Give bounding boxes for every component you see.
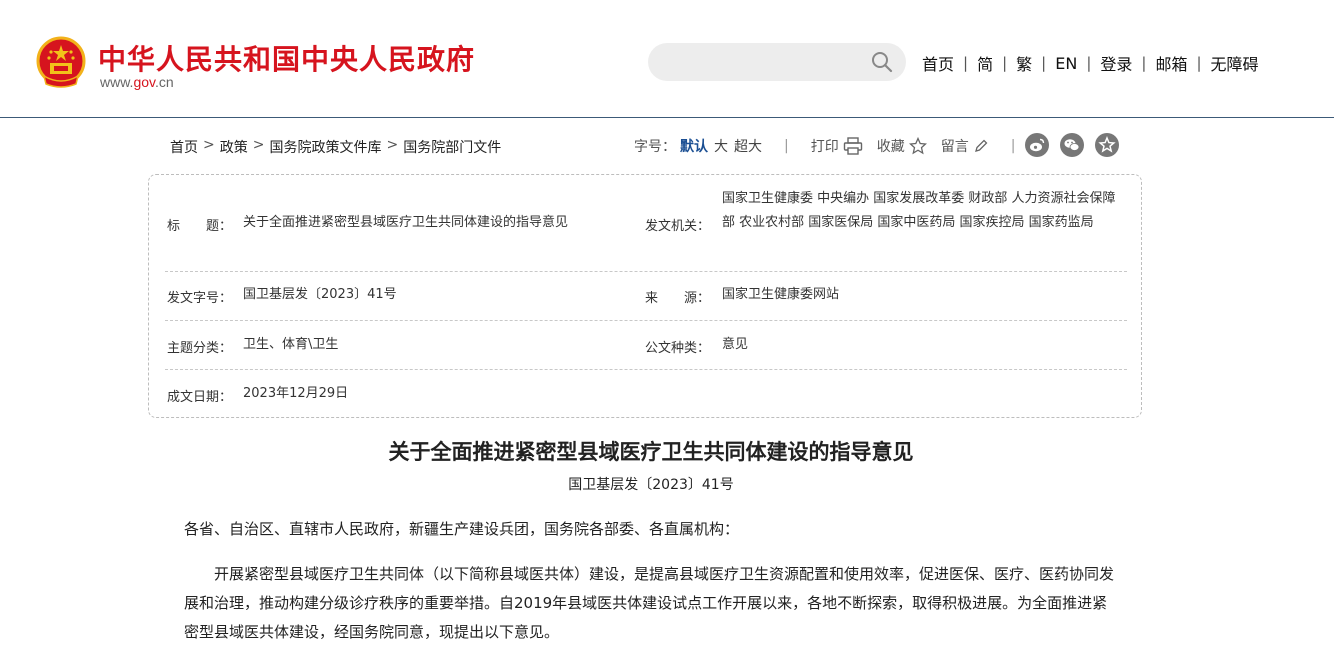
article-paragraph: 开展紧密型县域医疗卫生共同体（以下简称县域医共体）建设，是提高县域医疗卫生资源配… xyxy=(184,565,1115,641)
topic-value: 卫生、体育\卫生 xyxy=(243,337,339,352)
site-url-accent: gov xyxy=(133,74,155,90)
source-label: 来 源： xyxy=(645,291,711,306)
font-large-button[interactable]: 大 xyxy=(714,136,728,156)
print-button[interactable]: 打印 xyxy=(811,136,839,156)
tools-divider: | xyxy=(1010,138,1016,154)
nav-home[interactable]: 首页 xyxy=(922,51,954,75)
favorite-button[interactable]: 收藏 xyxy=(877,136,905,156)
star-share-button[interactable] xyxy=(1095,133,1119,157)
issuer-label: 发文机关： xyxy=(645,219,711,234)
site-url[interactable]: www.gov.cn xyxy=(100,74,174,90)
star-outline-icon[interactable] xyxy=(908,137,927,155)
weibo-icon xyxy=(1030,138,1045,152)
breadcrumb: 首页 > 政策 > 国务院政策文件库 > 国务院部门文件 xyxy=(170,137,501,157)
search-input[interactable] xyxy=(666,51,866,73)
nav-english[interactable]: EN xyxy=(1055,54,1077,73)
breadcrumb-home[interactable]: 首页 xyxy=(170,137,198,157)
topic-label: 主题分类： xyxy=(167,341,233,356)
article-tools: 字号： 默认 大 超大 | 打印 收藏 留言 | xyxy=(634,135,1037,157)
info-row: 成文日期： 2023年12月29日 xyxy=(165,370,1127,417)
font-xlarge-button[interactable]: 超大 xyxy=(734,136,762,156)
nav-separator: | xyxy=(1141,54,1147,72)
docno-label: 发文字号： xyxy=(167,291,233,306)
document-info-box: 标 题： 关于全面推进紧密型县域医疗卫生共同体建设的指导意见 发文机关： 国家卫… xyxy=(148,174,1142,418)
printer-icon[interactable] xyxy=(843,137,863,155)
national-emblem-icon[interactable] xyxy=(36,36,86,90)
type-label: 公文种类： xyxy=(645,341,711,356)
pencil-icon[interactable] xyxy=(973,138,989,154)
source-value: 国家卫生健康委网站 xyxy=(722,287,840,302)
breadcrumb-separator: > xyxy=(386,137,399,153)
nav-mail[interactable]: 邮箱 xyxy=(1155,51,1187,75)
site-url-suffix: .cn xyxy=(155,74,174,90)
nav-traditional[interactable]: 繁 xyxy=(1016,51,1032,75)
title-value: 关于全面推进紧密型县域医疗卫生共同体建设的指导意见 xyxy=(243,215,569,230)
issuer-value: 国家卫生健康委 中央编办 国家发展改革委 财政部 人力资源社会保障部 农业农村部… xyxy=(722,191,1116,230)
nav-separator: | xyxy=(963,54,969,72)
breadcrumb-separator: > xyxy=(252,137,265,153)
title-label: 标 题： xyxy=(167,219,233,234)
article-doc-number: 国卫基层发〔2023〕41号 xyxy=(568,477,734,493)
wechat-share-button[interactable] xyxy=(1060,133,1084,157)
tools-divider: | xyxy=(784,138,789,154)
comment-button[interactable]: 留言 xyxy=(941,136,969,156)
search-box xyxy=(648,43,906,81)
docno-value: 国卫基层发〔2023〕41号 xyxy=(243,287,397,302)
star-icon xyxy=(1098,136,1116,153)
date-label: 成文日期： xyxy=(167,390,233,405)
info-row: 主题分类： 卫生、体育\卫生 公文种类： 意见 xyxy=(165,321,1127,370)
nav-login[interactable]: 登录 xyxy=(1100,51,1132,75)
nav-separator: | xyxy=(1041,54,1047,72)
font-size-label: 字号： xyxy=(634,139,676,155)
font-default-button[interactable]: 默认 xyxy=(680,136,708,156)
site-url-prefix: www. xyxy=(100,74,134,90)
breadcrumb-dept-docs[interactable]: 国务院部门文件 xyxy=(403,137,501,157)
date-value: 2023年12月29日 xyxy=(243,386,349,401)
info-row: 标 题： 关于全面推进紧密型县域医疗卫生共同体建设的指导意见 发文机关： 国家卫… xyxy=(165,175,1127,272)
breadcrumb-policy[interactable]: 政策 xyxy=(220,137,248,157)
info-row: 发文字号： 国卫基层发〔2023〕41号 来 源： 国家卫生健康委网站 xyxy=(165,272,1127,321)
type-value: 意见 xyxy=(722,337,749,352)
top-nav: 首页 | 简 | 繁 | EN | 登录 | 邮箱 | 无障碍 xyxy=(922,51,1259,75)
nav-simplified[interactable]: 简 xyxy=(977,51,993,75)
site-header: 中华人民共和国中央人民政府 www.gov.cn 首页 | 简 | 繁 | EN | 登… xyxy=(0,0,1334,118)
nav-accessibility[interactable]: 无障碍 xyxy=(1211,51,1259,75)
search-icon[interactable] xyxy=(870,50,894,74)
nav-separator: | xyxy=(1196,54,1202,72)
nav-separator: | xyxy=(1086,54,1092,72)
wechat-icon xyxy=(1064,139,1080,151)
site-title[interactable]: 中华人民共和国中央人民政府 xyxy=(98,38,475,78)
article-title: 关于全面推进紧密型县域医疗卫生共同体建设的指导意见 xyxy=(388,440,914,464)
breadcrumb-separator: > xyxy=(203,137,215,153)
breadcrumb-library[interactable]: 国务院政策文件库 xyxy=(269,137,381,157)
weibo-share-button[interactable] xyxy=(1025,133,1049,157)
nav-separator: | xyxy=(1002,54,1008,72)
article-addressee: 各省、自治区、直辖市人民政府，新疆生产建设兵团，国务院各部委、各直属机构： xyxy=(184,520,740,538)
